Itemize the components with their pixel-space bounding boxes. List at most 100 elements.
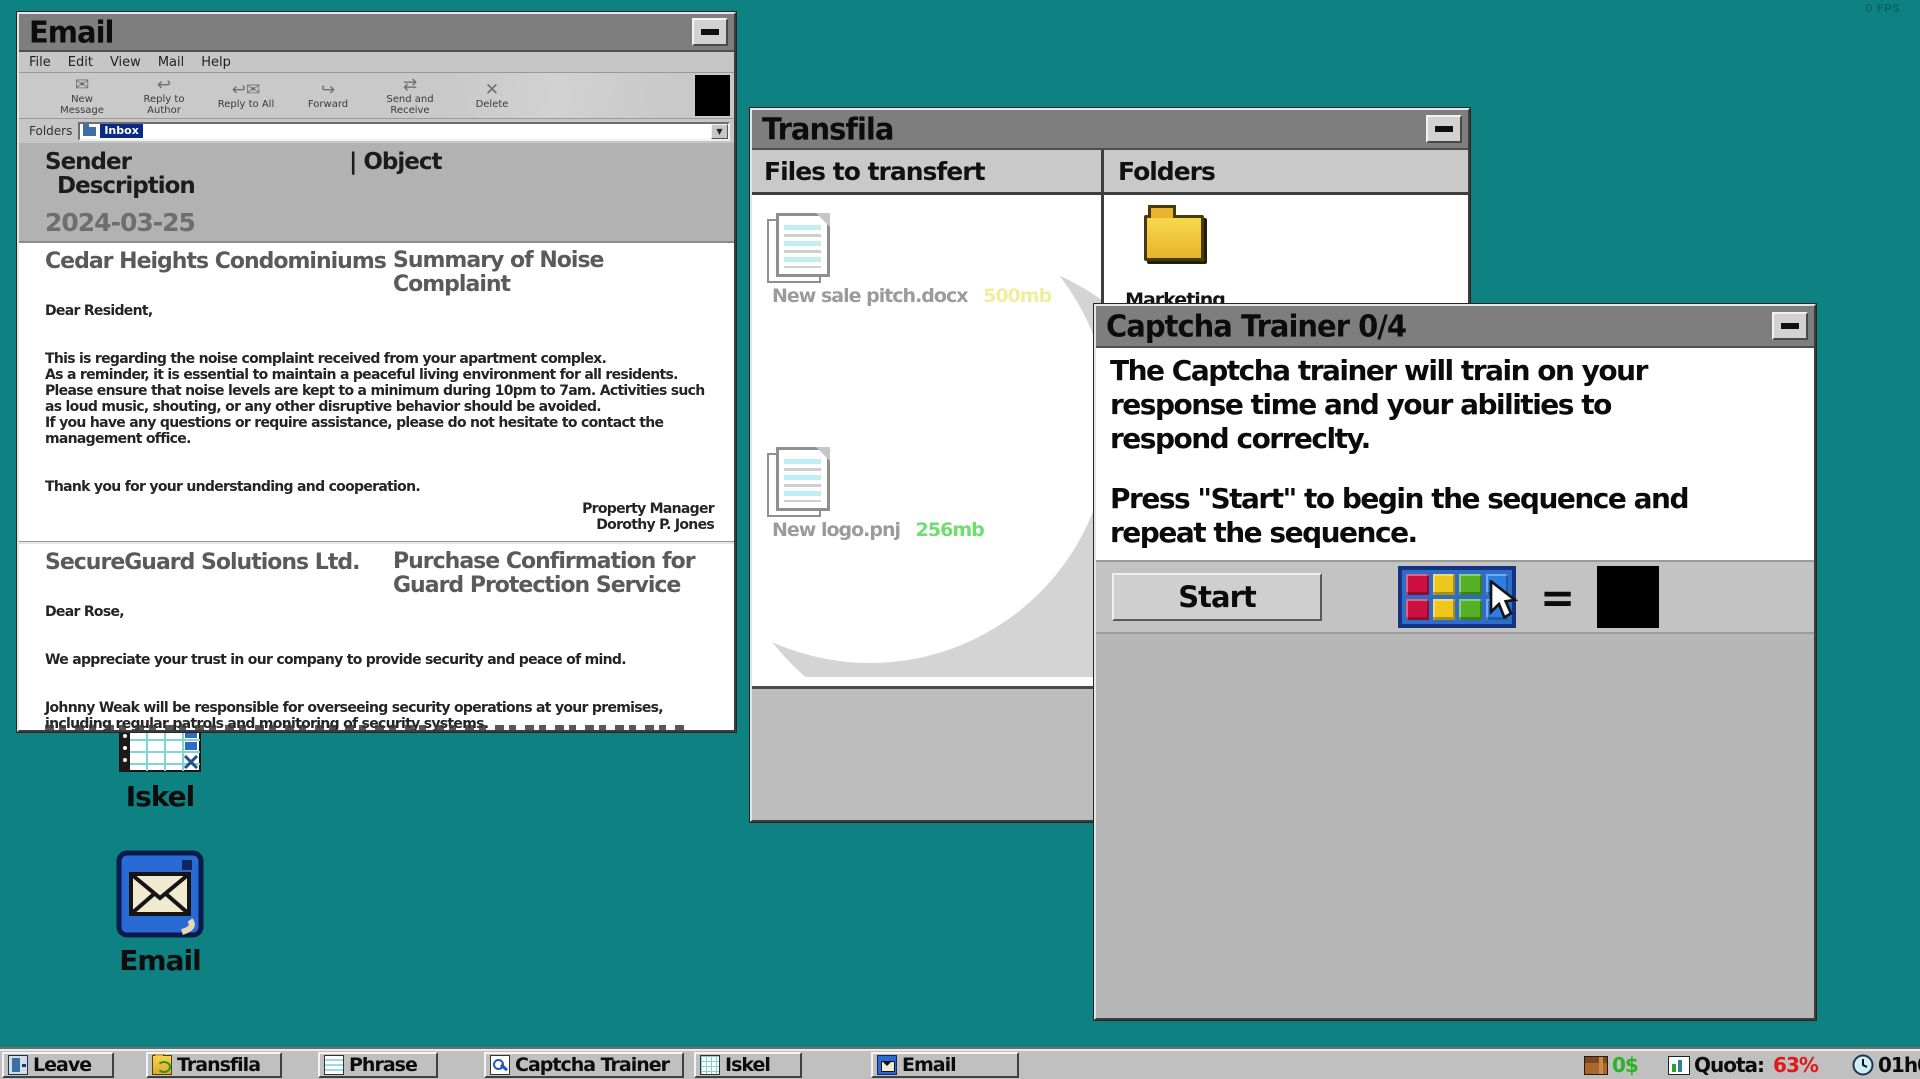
forward-button[interactable]: ↪ Forward <box>287 81 369 110</box>
folder-bar: Folders Inbox ▼ <box>19 119 734 143</box>
clipped-text-line <box>45 725 685 730</box>
message-item[interactable]: Cedar Heights Condominiums Summary of No… <box>45 249 720 533</box>
money-value: 0$ <box>1612 1053 1638 1077</box>
delete-button[interactable]: ✕ Delete <box>451 81 533 110</box>
captcha-empty-area <box>1096 634 1814 1018</box>
column-sender: Sender <box>45 149 131 175</box>
menu-view[interactable]: View <box>110 55 141 70</box>
minimize-button[interactable] <box>1426 115 1462 143</box>
new-message-button[interactable]: ✉ New Message <box>41 76 123 116</box>
menu-help[interactable]: Help <box>201 55 231 70</box>
transfila-column-headers: Files to transfert Folders <box>752 150 1468 195</box>
minimize-button[interactable] <box>1772 312 1808 340</box>
window-title: Email <box>29 14 113 50</box>
email-envelope-icon <box>116 850 204 938</box>
reply-to-author-button[interactable]: ↩ Reply to Author <box>123 76 205 116</box>
file-name: New logo.pnj <box>772 519 900 541</box>
window-title: Captcha Trainer 0/4 <box>1106 308 1406 344</box>
folder-icon <box>83 127 96 136</box>
toolbar-label: Reply to Author <box>144 94 185 116</box>
transfila-titlebar[interactable]: Transfila <box>752 110 1468 150</box>
spreadsheet-icon <box>700 1055 720 1075</box>
message-subject: Purchase Confirmation for Guard Protecti… <box>393 550 695 598</box>
folder-item-marketing[interactable] <box>1144 215 1204 261</box>
reply-to-all-button[interactable]: ↩✉ Reply to All <box>205 81 287 110</box>
folder-dropdown[interactable]: Inbox ▼ <box>78 122 730 141</box>
leave-icon <box>8 1055 28 1075</box>
file-size: 256mb <box>916 519 984 541</box>
captcha-result-box <box>1597 566 1659 628</box>
desktop-icon-label: Iskel <box>126 780 195 813</box>
key-icon <box>490 1055 510 1075</box>
time-value: 01h04 <box>1878 1053 1920 1077</box>
clock-indicator: 01h04 <box>1852 1052 1920 1078</box>
send-receive-icon: ⇄ <box>403 76 417 94</box>
desktop-icon-email[interactable]: Email <box>75 850 245 977</box>
file-name: New sale pitch.docx <box>772 285 967 307</box>
email-window: Email File Edit View Mail Help ✉ New Mes… <box>17 12 736 732</box>
start-button[interactable]: Start <box>1112 573 1322 621</box>
taskbar-transfila-button[interactable]: Transfila <box>146 1052 282 1078</box>
file-item-sale-pitch[interactable] <box>776 213 830 277</box>
fps-counter: 0 FPS <box>1865 2 1900 15</box>
reply-all-icon: ↩✉ <box>232 81 261 99</box>
document-icon <box>324 1055 344 1075</box>
tile <box>1433 574 1456 595</box>
taskbar-leave-button[interactable]: Leave <box>2 1052 114 1078</box>
quota-indicator: Quota: 63% <box>1668 1052 1818 1078</box>
folders-header: Folders <box>1118 157 1215 186</box>
dropdown-arrow-icon[interactable]: ▼ <box>711 124 728 139</box>
file-item-logo[interactable] <box>776 447 830 511</box>
envelope-icon <box>877 1055 897 1075</box>
tile <box>1433 599 1456 620</box>
document-icon <box>776 447 830 511</box>
captcha-titlebar[interactable]: Captcha Trainer 0/4 <box>1096 306 1814 348</box>
toolbar-black-box <box>695 75 730 116</box>
message-sender: Cedar Heights Condominiums <box>45 249 393 274</box>
email-menubar: File Edit View Mail Help <box>19 52 734 73</box>
forward-icon: ↪ <box>321 81 335 99</box>
toolbar-label: Delete <box>476 99 509 110</box>
email-titlebar[interactable]: Email <box>19 14 734 52</box>
tile <box>1406 574 1429 595</box>
taskbar-iskel-button[interactable]: Iskel <box>694 1052 802 1078</box>
message-signature: Property Manager Dorothy P. Jones <box>45 501 714 533</box>
file-size: 500mb <box>983 285 1051 307</box>
taskbar-email-button[interactable]: Email <box>871 1052 1019 1078</box>
delete-icon: ✕ <box>485 81 499 99</box>
toolbar-label: Send and Receive <box>386 94 433 116</box>
folder-icon <box>1144 215 1204 261</box>
taskbar-phrase-button[interactable]: Phrase <box>318 1052 438 1078</box>
desktop: 0 FPS Iskel Email <box>0 0 1920 1079</box>
message-sender: SecureGuard Solutions Ltd. <box>45 550 393 575</box>
captcha-control-strip: Start = <box>1096 562 1814 634</box>
minimize-icon <box>701 29 719 35</box>
money-box-icon <box>1584 1056 1608 1075</box>
equals-sign: = <box>1540 573 1575 622</box>
minimize-button[interactable] <box>692 18 728 46</box>
captcha-trainer-window: Captcha Trainer 0/4 The Captcha trainer … <box>1094 304 1816 1020</box>
toolbar-label: Forward <box>308 99 348 110</box>
folders-label: Folders <box>29 124 72 138</box>
captcha-intro-text: The Captcha trainer will train on your r… <box>1110 354 1800 456</box>
desktop-icon-label: Email <box>119 944 200 977</box>
menu-file[interactable]: File <box>29 55 51 70</box>
taskbar: Leave Transfila Phrase Captcha Trainer I… <box>0 1047 1920 1079</box>
taskbar-captcha-trainer-button[interactable]: Captcha Trainer <box>484 1052 684 1078</box>
captcha-tiles-icon <box>1398 566 1516 628</box>
tile <box>1459 574 1482 595</box>
message-subject: Summary of Noise Complaint <box>393 249 720 297</box>
document-icon <box>776 213 830 277</box>
message-divider <box>19 541 734 544</box>
message-item[interactable]: SecureGuard Solutions Ltd. Purchase Conf… <box>45 550 720 730</box>
captcha-instruction-text: Press "Start" to begin the sequence and … <box>1110 482 1800 550</box>
file-label[interactable]: New logo.pnj 256mb <box>772 519 984 541</box>
tile <box>1406 599 1429 620</box>
quota-value: 63% <box>1773 1053 1818 1077</box>
file-label[interactable]: New sale pitch.docx 500mb <box>772 285 1051 307</box>
menu-edit[interactable]: Edit <box>68 55 93 70</box>
column-object: | Object <box>349 149 442 175</box>
menu-mail[interactable]: Mail <box>158 55 184 70</box>
send-and-receive-button[interactable]: ⇄ Send and Receive <box>369 76 451 116</box>
window-title: Transfila <box>762 111 893 147</box>
